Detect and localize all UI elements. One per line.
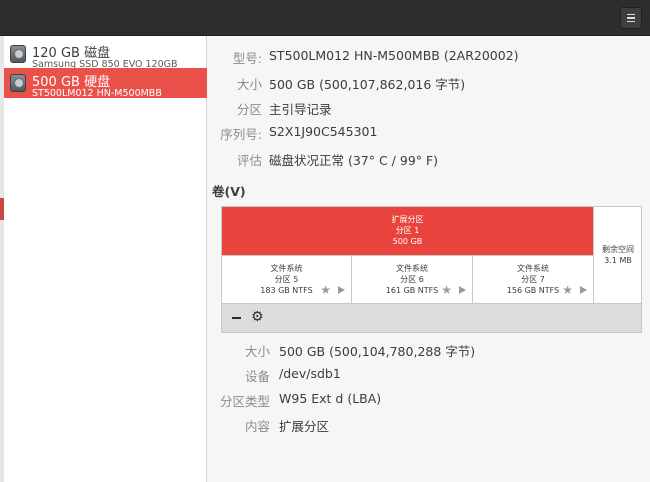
star-icon: ★: [441, 283, 452, 297]
volume-toolbar: ⚙: [221, 304, 642, 333]
serial-value: S2X1J90C545301: [269, 124, 378, 139]
size-label: 大小: [236, 77, 262, 92]
partitioning-value: 主引导记录: [269, 102, 332, 117]
partition-size-label: 大小: [244, 344, 270, 359]
partition-type: 文件系统: [396, 264, 428, 273]
assessment-label: 评估: [236, 153, 262, 168]
partition-size: 161 GB NTFS: [385, 286, 439, 295]
drive-icon: [10, 45, 26, 63]
free-space-size: 3.1 MB: [604, 256, 632, 265]
partition-type-label: 分区类型: [219, 394, 270, 409]
drive-model: ST500LM012 HN-M500MBB: [32, 88, 162, 98]
star-icon: ★: [562, 283, 573, 297]
model-label: 型号:: [232, 51, 262, 66]
minus-icon[interactable]: [232, 317, 241, 319]
partition-size: 183 GB NTFS: [260, 286, 313, 295]
headerbar: [0, 0, 650, 36]
device-label: 设备: [244, 369, 270, 384]
extended-partition-size: 500 GB: [392, 237, 423, 246]
hamburger-menu-icon[interactable]: [620, 7, 642, 29]
partitioning-label: 分区: [236, 102, 262, 117]
partition-type: 文件系统: [517, 264, 549, 273]
partition-number: 分区 5: [274, 275, 299, 284]
device-value: /dev/sdb1: [279, 366, 341, 381]
partition-number: 分区 7: [521, 275, 545, 284]
free-space-block[interactable]: 剩余空间 3.1 MB: [594, 207, 642, 303]
play-icon: [338, 286, 345, 294]
play-icon: [459, 286, 466, 294]
partition-number: 分区 6: [400, 275, 424, 284]
drive-item-120gb[interactable]: 120 GB 磁盘 Samsung SSD 850 EVO 120GB: [4, 39, 207, 69]
drive-details: 型号: ST500LM012 HN-M500MBB (2AR20002) 大小 …: [207, 36, 650, 482]
partition-block-7[interactable]: 文件系统 分区 7 156 GB NTFS ★: [473, 255, 594, 303]
drive-sidebar: 120 GB 磁盘 Samsung SSD 850 EVO 120GB 500 …: [4, 36, 207, 482]
drive-icon: [10, 74, 26, 92]
volumes-heading: 卷(V): [212, 184, 246, 199]
partition-size-value: 500 GB (500,104,780,288 字节): [279, 344, 476, 359]
partition-size: 156 GB NTFS: [506, 286, 560, 295]
star-icon: ★: [320, 283, 331, 297]
assessment-value: 磁盘状况正常 (37° C / 99° F): [269, 153, 439, 168]
gears-icon[interactable]: ⚙: [251, 310, 264, 324]
extended-partition-block[interactable]: 扩展分区 分区 1 500 GB: [222, 207, 594, 255]
size-value: 500 GB (500,107,862,016 字节): [269, 77, 466, 92]
volume-map: 扩展分区 分区 1 500 GB 文件系统 分区 5 183 GB NTFS ★…: [221, 206, 642, 304]
play-icon: [580, 286, 587, 294]
extended-partition-number: 分区 1: [395, 226, 420, 235]
partition-block-5[interactable]: 文件系统 分区 5 183 GB NTFS ★: [222, 255, 352, 303]
partition-block-6[interactable]: 文件系统 分区 6 161 GB NTFS ★: [352, 255, 473, 303]
partition-type-value: W95 Ext d (LBA): [279, 391, 382, 406]
extended-partition-type: 扩展分区: [391, 215, 424, 224]
model-value: ST500LM012 HN-M500MBB (2AR20002): [269, 48, 519, 63]
contents-label: 内容: [244, 419, 270, 434]
free-space-label: 剩余空间: [602, 245, 634, 254]
contents-value: 扩展分区: [279, 419, 330, 434]
serial-label: 序列号:: [220, 127, 262, 142]
partition-type: 文件系统: [270, 264, 303, 273]
drive-item-500gb[interactable]: 500 GB 硬盘 ST500LM012 HN-M500MBB: [4, 68, 207, 98]
